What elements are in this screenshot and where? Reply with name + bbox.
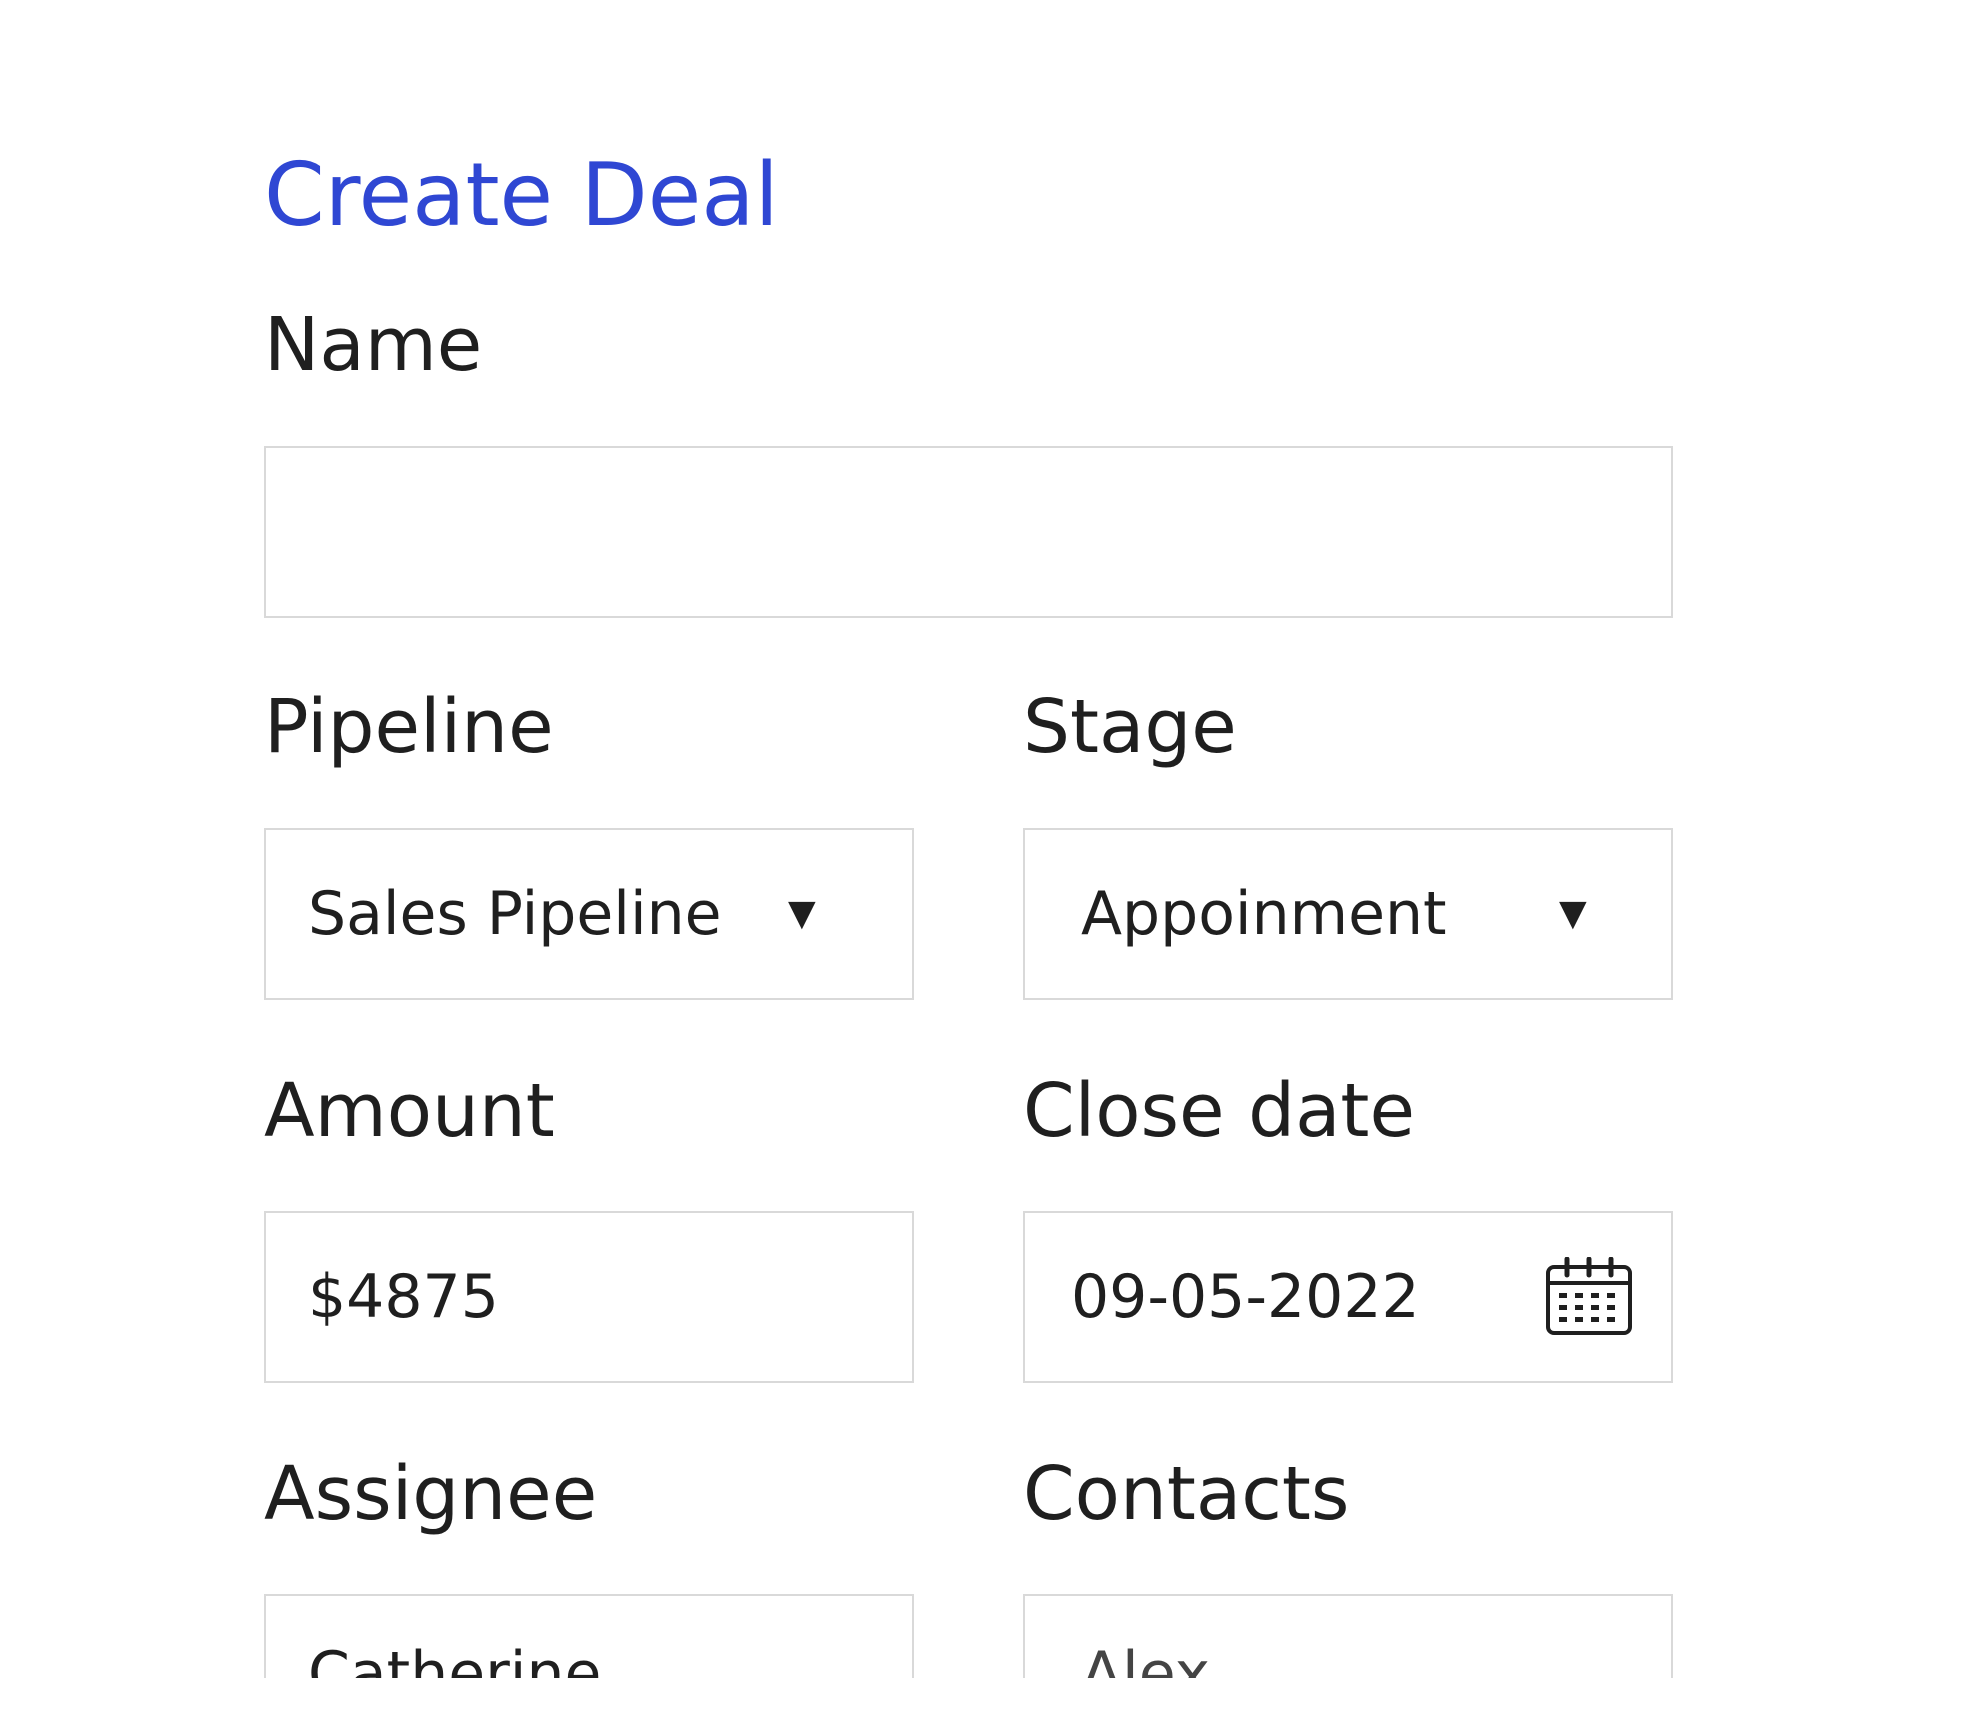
create-deal-form: Create Deal Name Pipeline Stage Sales Pi…	[0, 0, 1968, 1678]
stage-select[interactable]: Appoinment ▼	[1023, 828, 1673, 1000]
pipeline-selected-value: Sales Pipeline	[308, 879, 722, 949]
assignee-input-value: Catherine	[308, 1639, 602, 1678]
pipeline-select[interactable]: Sales Pipeline ▼	[264, 828, 914, 1000]
contacts-input-value: Alex	[1081, 1639, 1211, 1678]
name-input[interactable]	[264, 446, 1673, 618]
assignee-input[interactable]: Catherine	[264, 1594, 914, 1678]
amount-label: Amount	[264, 1068, 555, 1154]
close-date-input[interactable]: 09-05-2022	[1023, 1211, 1673, 1383]
contacts-label: Contacts	[1023, 1451, 1350, 1537]
calendar-icon[interactable]	[1545, 1256, 1633, 1337]
close-date-input-value: 09-05-2022	[1071, 1262, 1420, 1332]
assignee-label: Assignee	[264, 1451, 598, 1537]
triangle-down-icon: ▼	[788, 893, 816, 934]
name-label: Name	[264, 302, 483, 388]
stage-selected-value: Appoinment	[1081, 879, 1447, 949]
amount-input-value: $4875	[308, 1262, 499, 1332]
close-date-label: Close date	[1023, 1068, 1415, 1154]
page-title: Create Deal	[264, 144, 779, 246]
pipeline-label: Pipeline	[264, 684, 554, 770]
triangle-down-icon: ▼	[1559, 893, 1587, 934]
stage-label: Stage	[1023, 684, 1237, 770]
amount-input[interactable]: $4875	[264, 1211, 914, 1383]
contacts-input[interactable]: Alex	[1023, 1594, 1673, 1678]
